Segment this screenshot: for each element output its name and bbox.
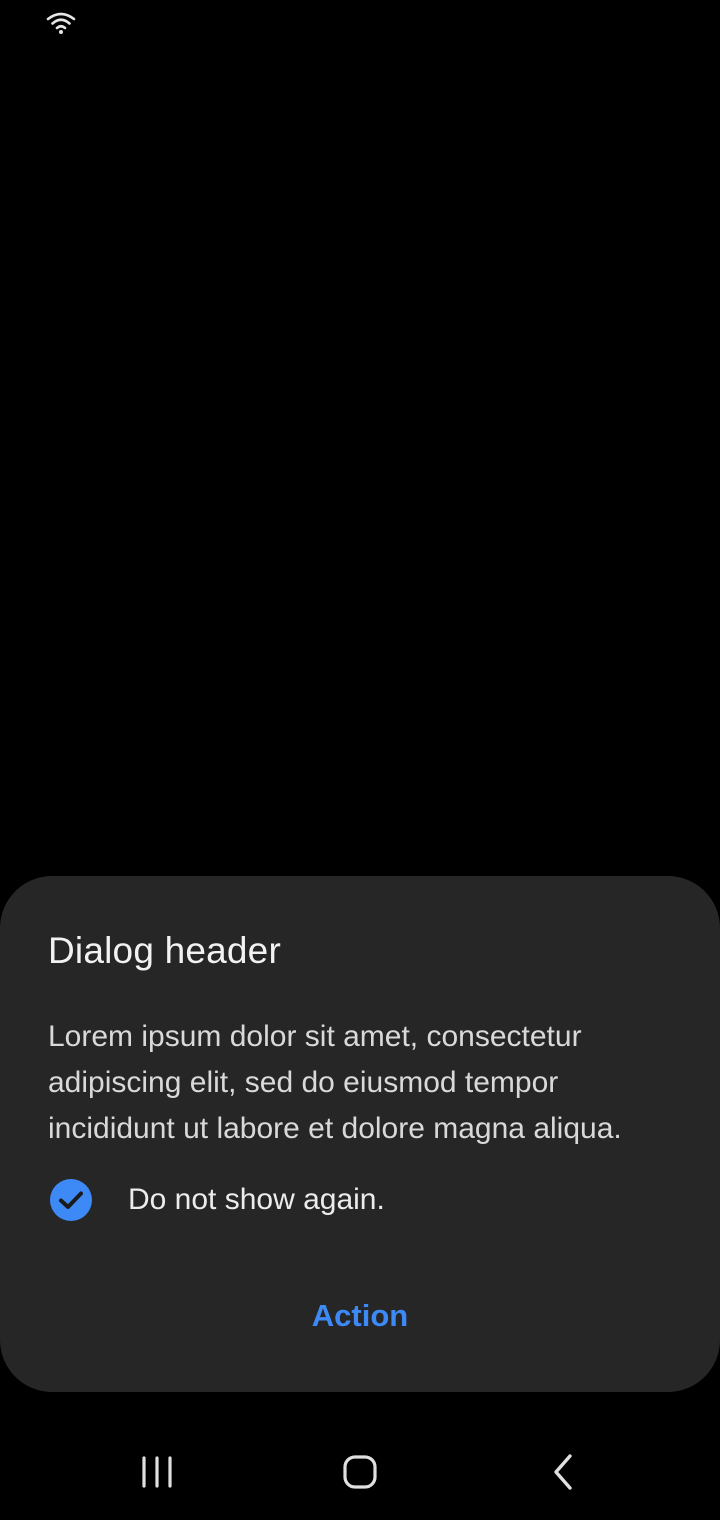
navigation-bar <box>0 1420 720 1520</box>
back-button[interactable] <box>522 1440 602 1504</box>
home-button[interactable] <box>320 1440 400 1504</box>
screen: Dialog header Lorem ipsum dolor sit amet… <box>0 0 720 1520</box>
back-icon <box>522 1440 602 1504</box>
recent-apps-button[interactable] <box>118 1440 198 1504</box>
home-icon <box>320 1440 400 1504</box>
dialog-title: Dialog header <box>48 930 281 971</box>
action-button[interactable]: Action <box>260 1286 460 1346</box>
do-not-show-again-checkbox-row[interactable]: Do not show again. <box>48 1172 385 1228</box>
wifi-icon <box>46 11 76 35</box>
dialog-body: Lorem ipsum dolor sit amet, consectetur … <box>48 1020 622 1145</box>
recent-apps-icon <box>118 1440 198 1504</box>
status-bar <box>0 0 720 48</box>
checkbox-label[interactable]: Do not show again. <box>128 1183 385 1217</box>
checkbox-checked-icon[interactable] <box>48 1177 94 1223</box>
